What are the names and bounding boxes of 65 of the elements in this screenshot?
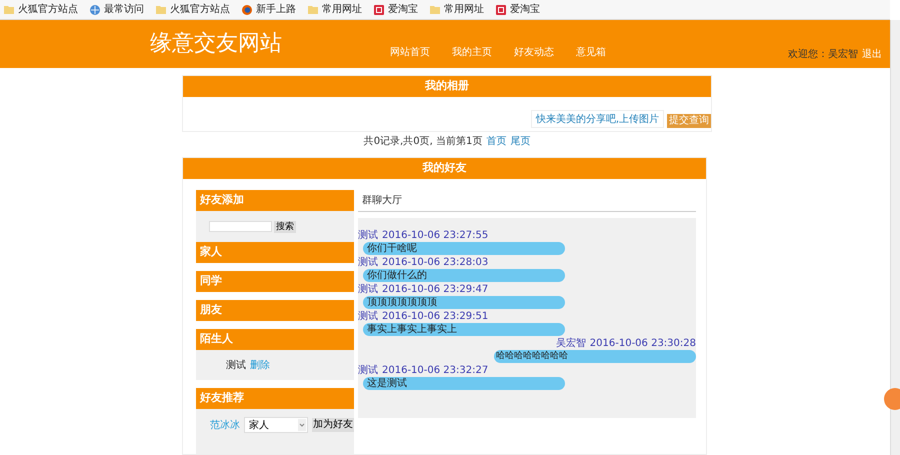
delete-link[interactable]: 删除 [250,358,270,372]
bookmark[interactable]: 新手上路 [242,2,296,17]
group-header[interactable]: 陌生人 [196,329,354,350]
bookmark[interactable]: 火狐官方站点 [4,2,78,17]
globe-icon [90,4,100,14]
shop-icon [496,4,506,14]
group-header[interactable]: 朋友 [196,300,354,321]
floating-button[interactable] [884,388,900,410]
folder-icon [430,5,440,14]
group-select[interactable]: 家人 [244,417,308,433]
sender-name: 测试 [358,228,378,242]
shop-icon [374,4,384,14]
message-bubble: 哈哈哈哈哈哈哈哈 [494,350,696,363]
bookmark[interactable]: 火狐官方站点 [156,2,230,17]
message-time: 2016-10-06 23:32:27 [382,364,488,378]
sender-name: 测试 [358,256,378,270]
bookmark[interactable]: 常用网址 [308,2,362,17]
sender-name: 吴宏智 [556,336,586,350]
browser-icon [242,4,252,14]
scrollbar[interactable] [890,20,900,455]
member-name: 测试 [226,358,246,372]
person-link[interactable]: 范冰冰 [210,418,240,432]
nav-link[interactable]: 好友动态 [514,45,554,60]
nav-link[interactable]: 意见箱 [576,45,606,60]
nav-link[interactable]: 网站首页 [390,45,430,60]
sender-name: 测试 [358,364,378,378]
message-time: 2016-10-06 23:30:28 [590,336,696,350]
search-button[interactable]: 搜索 [274,220,296,232]
message-time: 2016-10-06 23:28:03 [382,256,488,270]
message-bubble: 事实上事实上事实上 [363,323,565,336]
sender-name: 测试 [358,282,378,296]
section-header: 好友推荐 [196,388,354,409]
group-header[interactable]: 家人 [196,242,354,263]
site-title: 缘意交友网站 [150,30,282,58]
welcome-text: 欢迎您：吴宏智 [788,48,858,62]
message-bubble: 你们干啥呢 [363,242,565,255]
group-header[interactable]: 同学 [196,271,354,292]
message-bubble: 这是测试 [363,377,565,390]
upload-button[interactable]: 快来美美的分享吧,上传图片 [530,110,664,128]
search-field[interactable] [209,221,272,232]
section-header: 好友添加 [196,190,354,211]
pagination-text: 共0记录,共0页, 当前第1页 [364,134,482,149]
message-bubble: 顶顶顶顶顶顶顶 [363,296,565,309]
folder-icon [4,5,14,14]
folder-icon [156,5,166,14]
dropdown-icon [298,419,306,431]
message-time: 2016-10-06 23:29:47 [382,282,488,296]
pagination-link[interactable]: 尾页 [510,134,530,149]
message-time: 2016-10-06 23:27:55 [382,228,488,242]
chat-title: 群聊大厅 [358,190,696,212]
message-bubble: 你们做什么的 [363,269,565,282]
nav-link[interactable]: 我的主页 [452,45,492,60]
sender-name: 测试 [358,310,378,324]
submit-button[interactable]: 提交查询 [667,114,711,128]
logout-link[interactable]: 退出 [862,47,882,62]
album-header: 我的相册 [183,76,711,97]
bookmark[interactable]: 最常访问 [90,2,144,17]
friends-header: 我的好友 [183,158,706,179]
bookmark[interactable]: 爱淘宝 [496,2,540,17]
pagination-link[interactable]: 首页 [486,134,506,149]
add-friend-button[interactable]: 加为好友 [312,418,354,432]
bookmark[interactable]: 爱淘宝 [374,2,418,17]
folder-icon [308,5,318,14]
message-time: 2016-10-06 23:29:51 [382,310,488,324]
bookmark[interactable]: 常用网址 [430,2,484,17]
